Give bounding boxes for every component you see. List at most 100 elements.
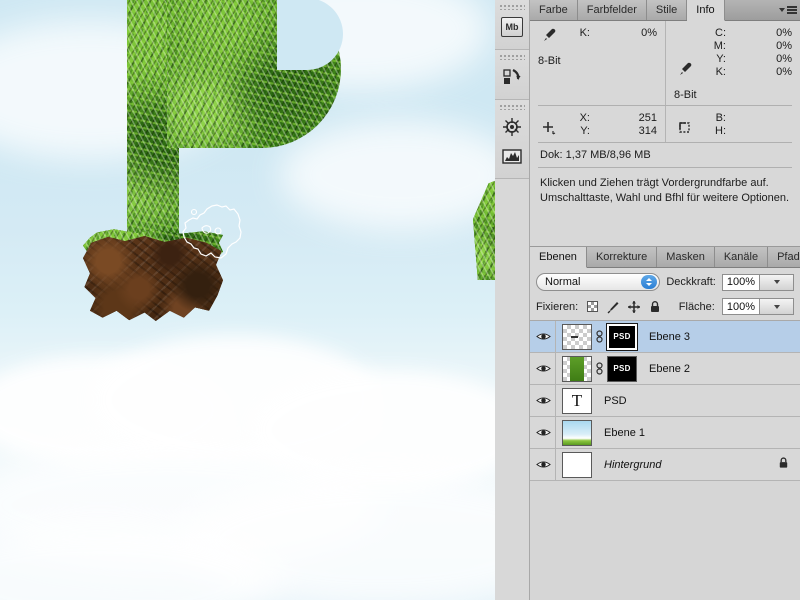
navigator-icon[interactable] [499,114,525,140]
blend-mode-select[interactable]: Normal [536,273,661,291]
info-coord-readouts: X: 251 Y: 314 B: H: [530,106,800,142]
layer-name[interactable]: Ebene 2 [649,363,690,375]
layer-list[interactable]: PSD Ebene 3 PSD Ebene 2 T PSD Ebene 1 Hi… [530,321,800,481]
info-color-readouts: K: 0% 8-Bit C: 0% M: 0% Y: 0% K: 0% 8-Bi… [530,21,800,105]
lock-pixels-icon[interactable] [606,300,620,314]
layers-panel-tabs[interactable]: Ebenen Korrekture Masken Kanäle Pfade [530,247,800,268]
table-row[interactable]: T PSD [530,385,800,417]
layer-thumbnails[interactable] [556,419,592,446]
chevron-updown-icon[interactable] [641,275,658,289]
layer-visibility-toggle[interactable] [532,321,556,352]
layer-visibility-toggle[interactable] [532,353,556,384]
tab-ebenen[interactable]: Ebenen [530,247,587,268]
fill-label: Fläche: [678,300,715,313]
tab-pfade[interactable]: Pfade [768,247,800,267]
layer-name[interactable]: Ebene 3 [649,331,690,343]
eye-icon [536,429,551,436]
table-row[interactable]: PSD Ebene 2 [530,353,800,385]
readout-fields: B: H: [696,112,792,138]
document-canvas[interactable] [0,0,495,600]
lock-transparency-icon[interactable] [585,300,599,314]
crosshair-icon [538,112,560,138]
collapsed-panel-dock[interactable]: Mb [495,0,530,600]
tab-korrekturen[interactable]: Korrekture [586,247,658,267]
eyedropper-glyph [544,28,556,41]
mini-bridge-glyph: Mb [501,17,523,37]
history-glyph [503,69,521,84]
readout-label: K: [579,27,590,39]
dock-grip[interactable] [499,54,525,60]
layer-thumbnail[interactable] [562,451,592,478]
layer-name[interactable]: PSD [604,395,627,407]
chevron-down-icon[interactable] [759,299,793,314]
layer-thumbnail[interactable] [562,323,592,350]
text-layer-thumbnail[interactable]: T [562,387,592,414]
table-row[interactable]: Hintergrund [530,449,800,481]
layer-thumbnail[interactable] [562,355,592,382]
menu-lines-icon [787,6,797,14]
tool-hint-line-1: Klicken und Ziehen trägt Vordergrundfarb… [540,177,769,189]
history-icon[interactable] [499,64,525,90]
bitdepth-right: 8-Bit [674,89,697,101]
layer-thumbnails[interactable]: PSD [556,322,638,351]
table-row[interactable]: Ebene 1 [530,417,800,449]
tab-kanaele[interactable]: Kanäle [714,247,769,267]
readout-line: Y: 0% [696,53,792,66]
readout-cmyk: C: 0% M: 0% Y: 0% K: 0% [674,27,792,79]
layer-mask-thumbnail[interactable]: PSD [606,322,638,351]
layer-link-icon[interactable] [595,327,604,347]
dock-group [495,50,529,100]
layer-visibility-toggle[interactable] [532,449,556,480]
table-row[interactable]: PSD Ebene 3 [530,321,800,353]
selection-marching-ants [182,204,242,259]
tab-info[interactable]: Info [687,0,725,21]
layer-name[interactable]: Ebene 1 [604,427,645,439]
readout-line: K: 0% [696,66,792,79]
readout-label: H: [715,125,726,137]
chevron-down-icon[interactable] [759,274,793,290]
layer-visibility-toggle[interactable] [532,417,556,448]
lock-position-icon[interactable] [627,300,641,314]
tab-farbfelder[interactable]: Farbfelder [577,0,647,20]
dock-group: Mb [495,0,529,50]
layer-locked-icon [777,456,800,473]
dock-group [495,100,529,179]
readout-label: C: [715,27,726,39]
fill-field[interactable]: 100% [721,298,794,315]
tab-masken[interactable]: Masken [657,247,715,267]
layer-mask-thumbnail[interactable]: PSD [607,355,637,382]
info-panel-tabs[interactable]: Farbe Farbfelder Stile Info [530,0,800,21]
bitdepth-left: 8-Bit [538,55,561,67]
readout-value: 251 [638,112,657,124]
panel-menu-icon[interactable] [776,0,800,20]
readout-label: B: [715,112,726,124]
lock-all-icon[interactable] [648,300,662,314]
layer-thumbnails[interactable]: PSD [556,355,637,382]
layer-visibility-toggle[interactable] [532,385,556,416]
readout-value: 0% [641,27,657,39]
layer-content-mark [571,335,578,338]
histogram-icon[interactable] [499,143,525,169]
layer-thumbnails[interactable]: T [556,387,592,414]
tab-stile[interactable]: Stile [646,0,688,20]
dock-grip[interactable] [499,4,525,10]
tool-hint: Klicken und Ziehen trägt Vordergrundfarb… [530,168,800,214]
readout-bh: B: H: [674,112,792,138]
readout-line: H: [696,125,792,138]
mini-bridge-icon[interactable]: Mb [499,14,525,40]
readout-label: Y: [580,125,590,137]
layer-name[interactable]: Hintergrund [604,459,661,471]
layer-thumbnail[interactable] [562,419,592,446]
readout-value: 0% [776,53,792,65]
layer-link-icon[interactable] [595,359,604,379]
checker-glyph [586,301,598,312]
padlock-glyph [779,457,788,468]
opacity-field[interactable]: 100% [721,273,794,291]
readout-line: X: 251 [560,112,657,125]
tab-farbe[interactable]: Farbe [530,0,578,20]
letter-p-counter [277,0,343,70]
dock-grip[interactable] [499,104,525,110]
readout-label: Y: [716,53,726,65]
link-glyph [596,329,603,343]
layer-thumbnails[interactable] [556,451,592,478]
